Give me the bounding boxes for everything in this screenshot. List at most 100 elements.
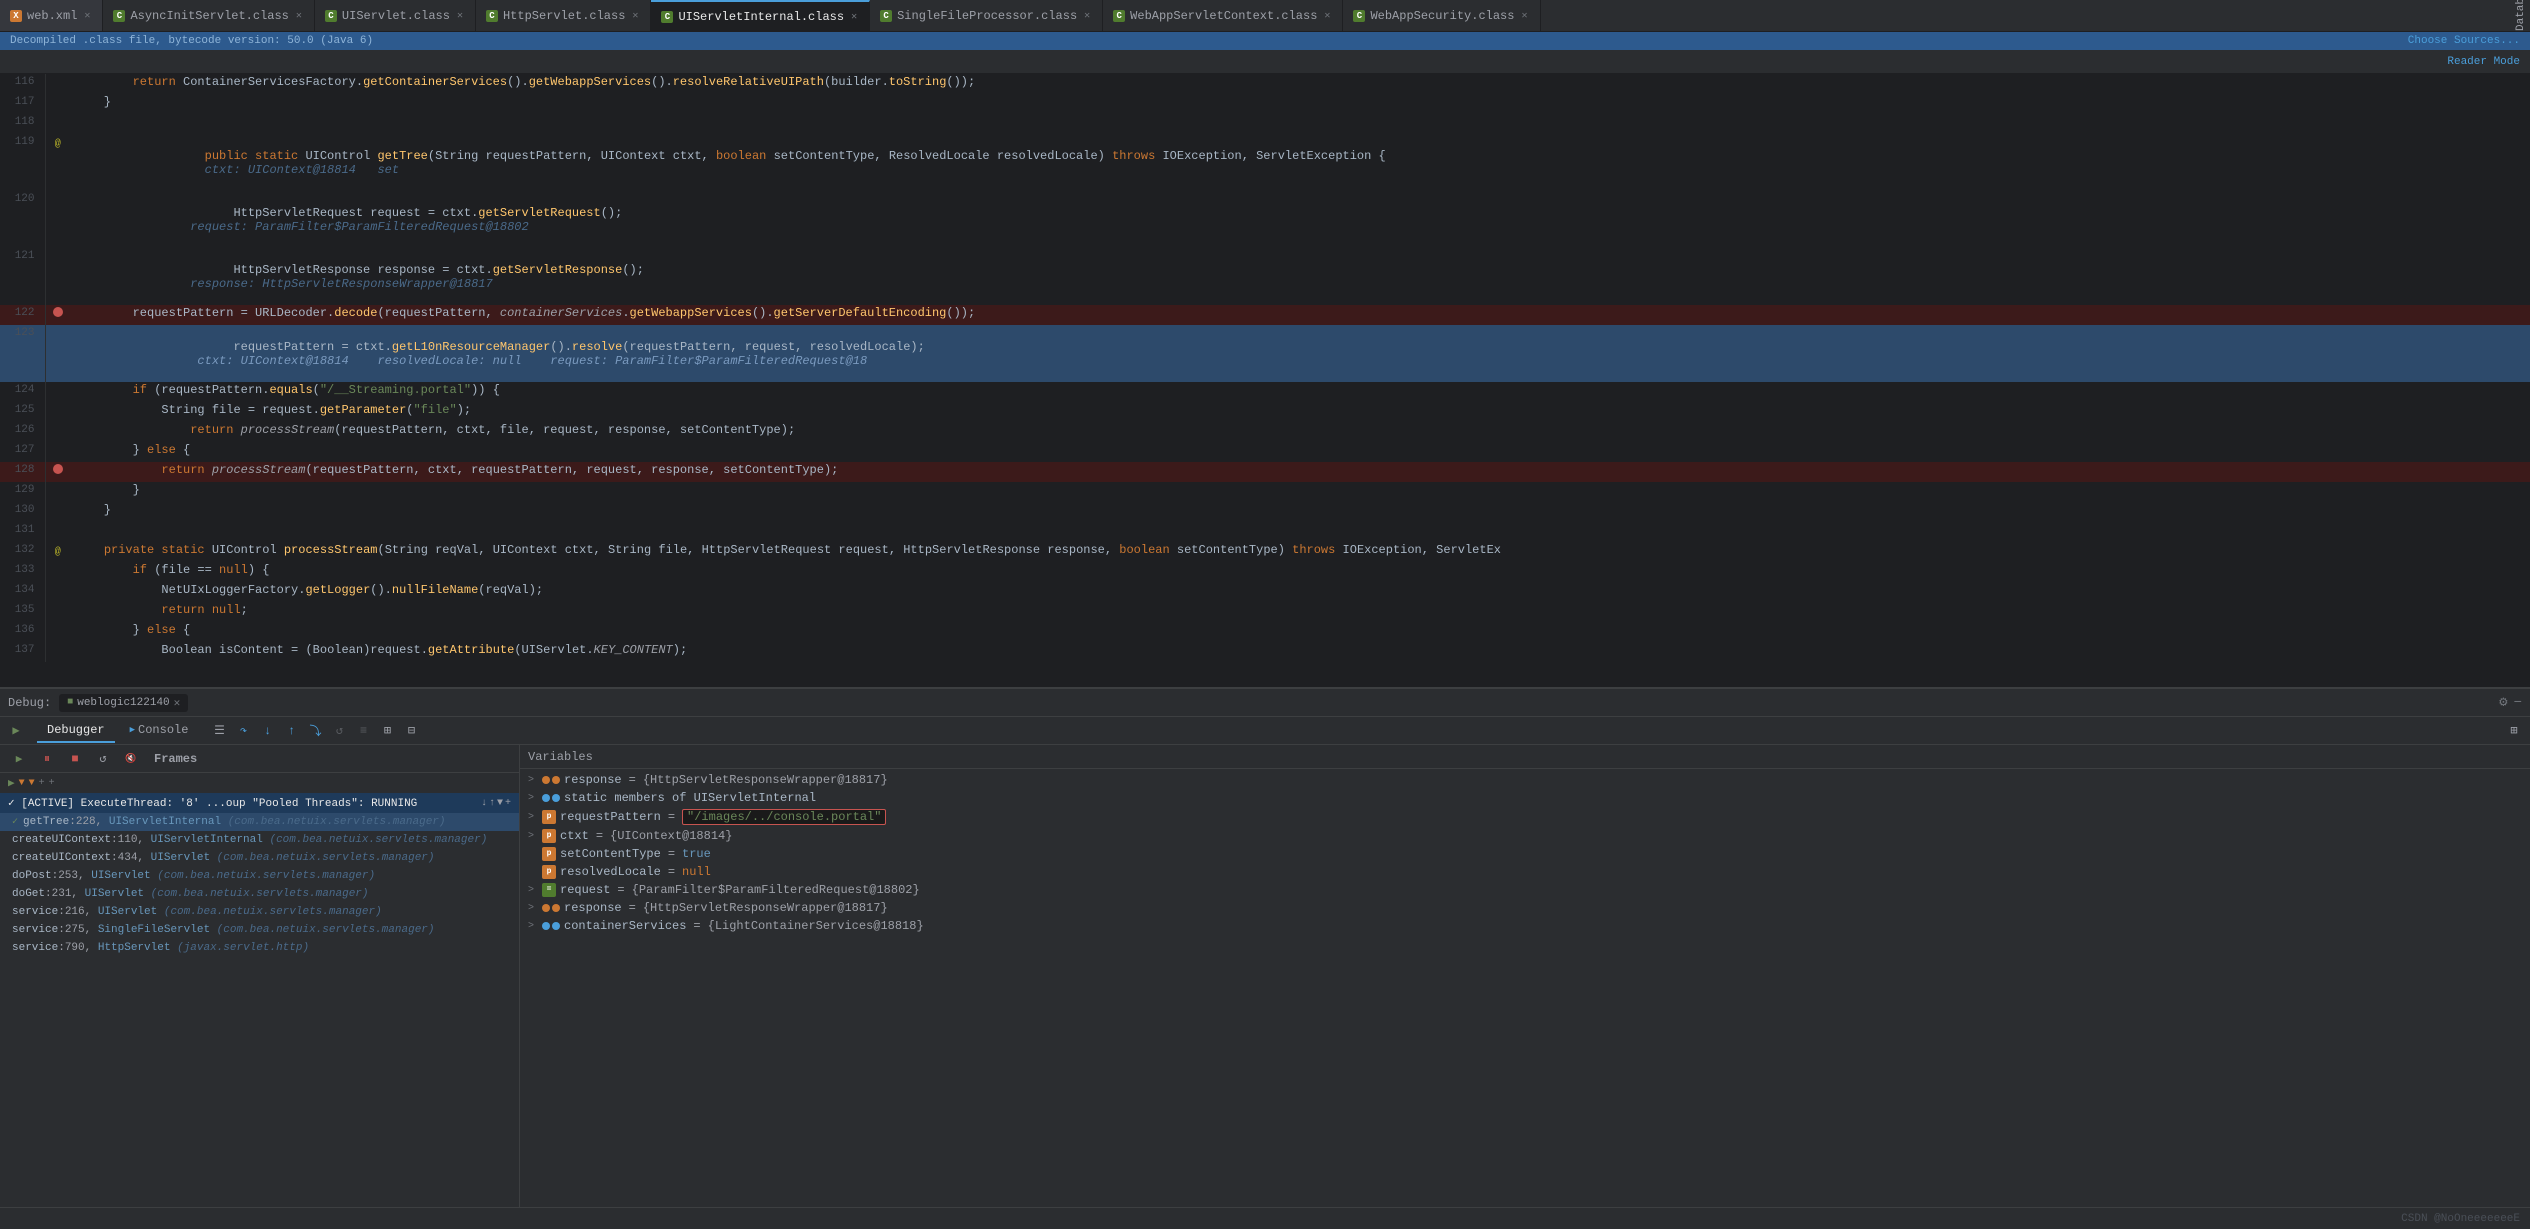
choose-sources-link[interactable]: Choose Sources... <box>2408 35 2520 47</box>
tab-close[interactable]: ✕ <box>630 9 640 23</box>
tab-close[interactable]: ✕ <box>1519 9 1529 23</box>
debug-evaluate-button[interactable]: ≡ <box>352 720 374 742</box>
tab-web-xml[interactable]: X web.xml ✕ <box>0 0 103 31</box>
table-row: 136 } else { <box>0 622 2530 642</box>
info-bar: Decompiled .class file, bytecode version… <box>0 32 2530 50</box>
oo-icon-3 <box>542 904 550 912</box>
debug-tab-debugger[interactable]: Debugger <box>37 719 115 743</box>
oo-icon-2 <box>552 776 560 784</box>
frames-rerun-button[interactable]: ↺ <box>92 748 114 770</box>
list-item[interactable]: createUIContext:110, UIServletInternal (… <box>0 831 519 849</box>
var-item-request[interactable]: > = request = {ParamFilter$ParamFiltered… <box>520 881 2530 899</box>
debug-session-tab[interactable]: ■ weblogic122140 ✕ <box>59 694 188 712</box>
var-item-response[interactable]: > response = {HttpServletResponseWrapper… <box>520 771 2530 789</box>
frames-pause-button[interactable]: ⏸ <box>36 748 58 770</box>
debug-layout-button[interactable]: ⊞ <box>2503 720 2525 742</box>
var-item-setcontenttype[interactable]: p setContentType = true <box>520 845 2530 863</box>
class-icon: C <box>661 11 673 23</box>
frames-mute-button[interactable]: 🔇 <box>120 748 142 770</box>
debug-minimize-button[interactable]: − <box>2514 695 2522 711</box>
class-icon: C <box>1353 10 1365 22</box>
table-row: 121 HttpServletResponse response = ctxt.… <box>0 248 2530 305</box>
tab-httpservlet[interactable]: C HttpServlet.class ✕ <box>476 0 651 31</box>
table-row: 132 @ private static UIControl processSt… <box>0 542 2530 562</box>
frames-panel: ▶ ⏸ ■ ↺ 🔇 Frames ▶ ▼ ▼ <box>0 745 520 1207</box>
filter-icon-3: ▼ <box>497 798 503 809</box>
debug-session-close[interactable]: ✕ <box>174 696 181 710</box>
tab-uiservlet[interactable]: C UIServlet.class ✕ <box>315 0 476 31</box>
frame-label: service:275, SingleFileServlet (com.bea.… <box>12 924 435 936</box>
table-row: 134 NetUIxLoggerFactory.getLogger().null… <box>0 582 2530 602</box>
debug-run-button[interactable]: ▶ <box>5 720 27 742</box>
tab-close[interactable]: ✕ <box>294 9 304 23</box>
list-item[interactable]: createUIContext:434, UIServlet (com.bea.… <box>0 849 519 867</box>
oo-icon-5 <box>542 922 550 930</box>
frame-label: service:790, HttpServlet (javax.servlet.… <box>12 942 309 954</box>
oo-icon-6 <box>552 922 560 930</box>
frames-run-button[interactable]: ▶ <box>8 748 30 770</box>
var-item-requestpattern[interactable]: > p requestPattern = "/images/../console… <box>520 807 2530 827</box>
debug-step-over-button[interactable]: ↷ <box>232 720 254 742</box>
editor-section: Reader Mode 116 return ContainerServices… <box>0 50 2530 687</box>
list-item[interactable]: doPost:253, UIServlet (com.bea.netuix.se… <box>0 867 519 885</box>
tab-uiservletinternal[interactable]: C UIServletInternal.class ✕ <box>651 0 870 31</box>
tab-singlefileprocessor[interactable]: C SingleFileProcessor.class ✕ <box>870 0 1103 31</box>
code-area[interactable]: 116 return ContainerServicesFactory.getC… <box>0 74 2530 687</box>
var-item-static[interactable]: > static members of UIServletInternal <box>520 789 2530 807</box>
debug-run-to-cursor-button[interactable]: ⤵ <box>304 720 326 742</box>
debug-table-button[interactable]: ⊞ <box>376 720 398 742</box>
var-item-containerservices[interactable]: > containerServices = {LightContainerSer… <box>520 917 2530 935</box>
tab-webappservletcontext[interactable]: C WebAppServletContext.class ✕ <box>1103 0 1343 31</box>
debug-tab-console[interactable]: ▶ Console <box>120 719 199 743</box>
xml-icon: X <box>10 10 22 22</box>
tab-close[interactable]: ✕ <box>455 9 465 23</box>
list-item[interactable]: service:790, HttpServlet (javax.servlet.… <box>0 939 519 957</box>
tab-close[interactable]: ✕ <box>82 9 92 23</box>
var-item-resolvedlocale[interactable]: p resolvedLocale = null <box>520 863 2530 881</box>
debug-step-into-button[interactable]: ↓ <box>256 720 278 742</box>
breakpoint-indicator <box>53 307 63 317</box>
plus-icon-2: + <box>49 778 55 789</box>
frame-label: doPost:253, UIServlet (com.bea.netuix.se… <box>12 870 375 882</box>
debug-reset-button[interactable]: ↺ <box>328 720 350 742</box>
class-icon: C <box>486 10 498 22</box>
debug-step-out-button[interactable]: ↑ <box>280 720 302 742</box>
debug-session-name: weblogic122140 <box>77 697 169 709</box>
var-item-ctxt[interactable]: > p ctxt = {UIContext@18814} <box>520 827 2530 845</box>
table-row: 131 <box>0 522 2530 542</box>
var-value-highlight: "/images/../console.portal" <box>682 809 886 825</box>
list-item[interactable]: service:216, UIServlet (com.bea.netuix.s… <box>0 903 519 921</box>
variables-title: Variables <box>528 750 593 764</box>
frame-current[interactable]: ✓ getTree:228, UIServletInternal (com.be… <box>0 813 519 831</box>
expand-icon: > <box>528 812 538 823</box>
list-item[interactable]: doGet:231, UIServlet (com.bea.netuix.ser… <box>0 885 519 903</box>
filter-icon: ▼ <box>19 778 25 789</box>
frame-thread-running[interactable]: ✓ [ACTIVE] ExecuteThread: '8' ...oup "Po… <box>0 793 519 813</box>
frame-label: createUIContext:110, UIServletInternal (… <box>12 834 487 846</box>
debug-settings-button[interactable]: ⚙ <box>2499 694 2507 711</box>
var-item-response2[interactable]: > response = {HttpServletResponseWrapper… <box>520 899 2530 917</box>
expand-icon: > <box>528 831 538 842</box>
debug-panel: Debug: ■ weblogic122140 ✕ ⚙ − ▶ Debugger <box>0 687 2530 1207</box>
debug-restore-button[interactable]: ⊟ <box>400 720 422 742</box>
frames-stop-button[interactable]: ■ <box>64 748 86 770</box>
oo-icon <box>542 776 550 784</box>
frame-thread-item[interactable]: ▶ ▼ ▼ + + <box>0 773 519 793</box>
tab-asyncinit[interactable]: C AsyncInitServlet.class ✕ <box>103 0 314 31</box>
tab-webappsecurity[interactable]: C WebAppSecurity.class ✕ <box>1343 0 1540 31</box>
tab-close[interactable]: ✕ <box>849 10 859 24</box>
tab-close[interactable]: ✕ <box>1322 9 1332 23</box>
app-layout: X web.xml ✕ C AsyncInitServlet.class ✕ C… <box>0 0 2530 1229</box>
watermark: CSDN @NoOneeeeeeeE <box>2401 1213 2520 1225</box>
reader-mode-button[interactable]: Reader Mode <box>2447 56 2520 68</box>
debug-tabs-bar: ▶ Debugger ▶ Console ☰ ↷ ↓ ↑ ⤵ ↺ ≡ ⊞ <box>0 717 2530 745</box>
debug-list-icon[interactable]: ☰ <box>208 720 230 742</box>
frame-label: createUIContext:434, UIServlet (com.bea.… <box>12 852 435 864</box>
class-icon: C <box>880 10 892 22</box>
list-item[interactable]: service:275, SingleFileServlet (com.bea.… <box>0 921 519 939</box>
database-sidebar-tab[interactable]: Database <box>2512 0 2530 31</box>
param-icon: p <box>542 810 556 824</box>
tab-label: WebAppServletContext.class <box>1130 9 1317 23</box>
frames-list: ▶ ▼ ▼ + + ✓ [ACTIVE] ExecuteThread: '8' … <box>0 773 519 1207</box>
tab-close[interactable]: ✕ <box>1082 9 1092 23</box>
